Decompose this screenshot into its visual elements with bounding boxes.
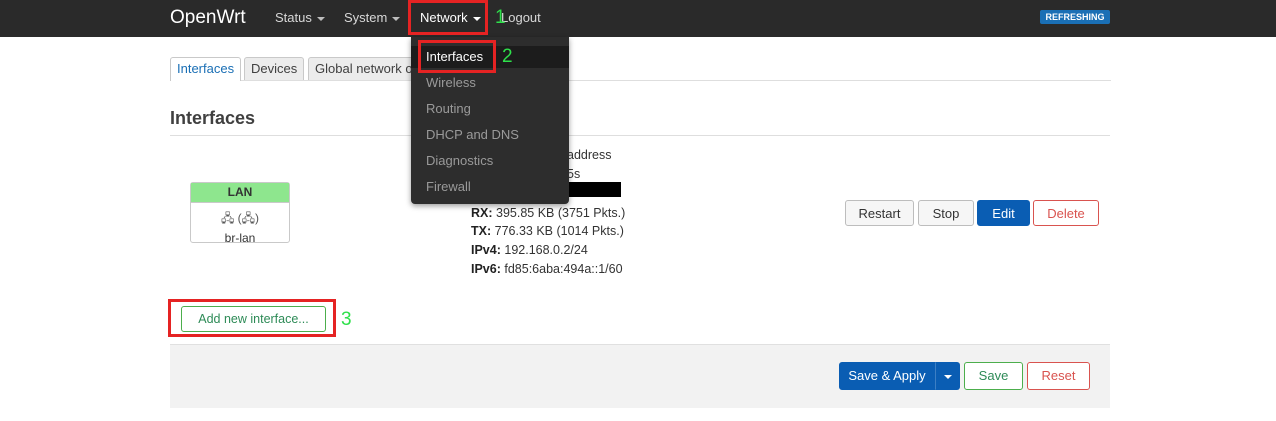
save-button[interactable]: Save (964, 362, 1023, 390)
brand-logo[interactable]: OpenWrt (170, 7, 246, 29)
chevron-down-icon (943, 374, 952, 379)
interface-name: LAN (191, 183, 289, 203)
page-title: Interfaces (170, 108, 256, 128)
redacted-mac (565, 182, 621, 197)
annotation-box-add-interface (168, 299, 336, 337)
section-divider (170, 135, 1110, 136)
status-ipv4: IPv4: 192.168.0.2/24 (471, 243, 588, 257)
dropdown-item-wireless[interactable]: Wireless (426, 75, 476, 90)
interface-badge-lan: LAN 🖧 (🖧) br-lan (190, 182, 290, 245)
stop-button[interactable]: Stop (918, 200, 974, 226)
menu-system[interactable]: System (344, 10, 401, 25)
annotation-number-2: 2 (502, 46, 513, 67)
status-ipv6: IPv6: fd85:6aba:494a::1/60 (471, 262, 623, 276)
menu-logout[interactable]: Logout (501, 10, 541, 25)
annotation-number-3: 3 (341, 309, 352, 330)
dropdown-item-firewall[interactable]: Firewall (426, 179, 471, 194)
annotation-number-1: 1 (495, 7, 506, 28)
annotation-box-interfaces (418, 40, 496, 73)
status-partial-address: address (567, 148, 612, 162)
status-tx: TX: 776.33 KB (1014 Pkts.) (471, 224, 624, 238)
top-navbar: OpenWrt Status System Network Logout REF… (0, 0, 1276, 37)
annotation-box-network (408, 0, 488, 35)
interface-device: br-lan (224, 231, 256, 245)
save-apply-button[interactable]: Save & Apply (839, 362, 935, 390)
restart-button[interactable]: Restart (845, 200, 914, 226)
tab-devices[interactable]: Devices (244, 57, 305, 80)
edit-button[interactable]: Edit (977, 200, 1030, 226)
chevron-down-icon (316, 16, 325, 21)
status-rx: RX: 395.85 KB (3751 Pkts.) (471, 206, 626, 220)
refreshing-badge[interactable]: REFRESHING (1040, 10, 1110, 24)
tab-global-network-options[interactable]: Global network o (308, 57, 417, 80)
dropdown-item-routing[interactable]: Routing (426, 101, 471, 116)
chevron-down-icon (392, 16, 401, 21)
delete-button[interactable]: Delete (1033, 200, 1099, 226)
tabs-divider (170, 80, 1111, 81)
tab-interfaces[interactable]: Interfaces (170, 57, 242, 81)
save-apply-dropdown-toggle[interactable] (935, 362, 960, 390)
menu-status[interactable]: Status (275, 10, 325, 25)
network-port-icon: 🖧 (🖧) (220, 211, 260, 225)
dropdown-item-diagnostics[interactable]: Diagnostics (426, 153, 493, 168)
reset-button[interactable]: Reset (1027, 362, 1090, 390)
dropdown-item-dhcp-dns[interactable]: DHCP and DNS (426, 127, 519, 142)
